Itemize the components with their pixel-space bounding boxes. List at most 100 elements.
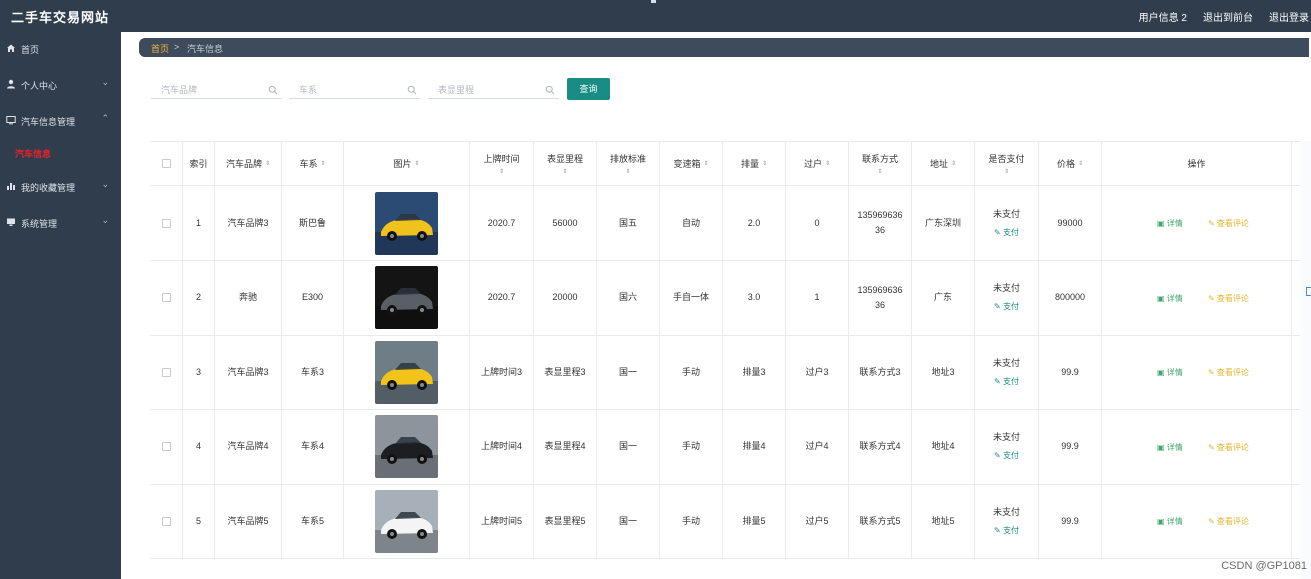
mileage-cell: 表显里程5 bbox=[534, 484, 597, 558]
pay-button[interactable]: ✎ 支付 bbox=[994, 523, 1019, 538]
top-links: 用户信息 2 退出到前台 退出登录 bbox=[1139, 9, 1309, 24]
brand-search-input[interactable]: 汽车品牌 bbox=[151, 78, 282, 99]
header-paid[interactable]: 是否支付 ⇕ bbox=[975, 141, 1039, 185]
sort-icon: ⇕ bbox=[625, 168, 631, 175]
select-all-checkbox[interactable] bbox=[161, 158, 171, 168]
sort-icon: ⇕ bbox=[877, 168, 883, 175]
sidebar-item-system[interactable]: 系统管理 ⌄ bbox=[0, 213, 121, 233]
paid-cell: 未支付 ✎ 支付 bbox=[975, 484, 1039, 558]
detail-button[interactable]: ▣ 详情 bbox=[1157, 293, 1183, 304]
sidebar-item-car-info[interactable]: 汽车信息管理 ⌃ bbox=[0, 111, 121, 131]
date-cell: 2020.7 bbox=[470, 186, 534, 260]
search-icon bbox=[407, 82, 417, 100]
paid-cell: 未支付 ✎ 支付 bbox=[975, 186, 1039, 260]
view-comments-button[interactable]: ✎ 查看评论 bbox=[1208, 442, 1249, 453]
car-image[interactable] bbox=[375, 340, 438, 404]
table-row: 2 奔驰 E300 2020.7 20000 国六 手自一体 3.0 1 135969636 36… bbox=[150, 260, 1300, 336]
sort-icon: ⇕ bbox=[703, 160, 709, 167]
price-cell: 99.9 bbox=[1039, 335, 1102, 409]
pay-button[interactable]: ✎ 支付 bbox=[994, 299, 1019, 314]
watermark: CSDN @GP1081 bbox=[1221, 560, 1307, 572]
breadcrumb: 首页 > 汽车信息 bbox=[139, 38, 1309, 57]
detail-button[interactable]: ▣ 详情 bbox=[1157, 367, 1183, 378]
mileage-cell: 表显里程4 bbox=[534, 409, 597, 484]
paid-status: 未支付 bbox=[992, 208, 1020, 219]
row-checkbox[interactable] bbox=[161, 442, 171, 451]
pay-button[interactable]: ✎ 支付 bbox=[994, 374, 1019, 389]
displacement-cell: 2.0 bbox=[723, 186, 786, 260]
home-icon bbox=[6, 43, 16, 53]
price-cell: 99000 bbox=[1039, 186, 1102, 260]
emission-cell: 国一 bbox=[597, 335, 660, 409]
detail-button[interactable]: ▣ 详情 bbox=[1157, 442, 1183, 453]
detail-button[interactable]: ▣ 详情 bbox=[1157, 218, 1183, 229]
breadcrumb-home[interactable]: 首页 bbox=[151, 42, 169, 55]
header-brand[interactable]: 汽车品牌 ⇕ bbox=[215, 141, 282, 185]
header-date[interactable]: 上牌时间 ⇕ bbox=[470, 141, 534, 185]
date-cell: 上牌时间3 bbox=[470, 335, 534, 409]
contact-cell: 135969636 36 bbox=[849, 186, 912, 260]
image-cell bbox=[344, 186, 470, 260]
emission-cell: 国五 bbox=[597, 186, 660, 260]
table-row: 1 汽车品牌3 斯巴鲁 2020.7 56000 国五 自动 2.0 0 135969636 36… bbox=[150, 186, 1300, 261]
header-address[interactable]: 地址 ⇕ bbox=[912, 141, 975, 185]
header-transfer[interactable]: 过户 ⇕ bbox=[786, 141, 849, 185]
car-image[interactable] bbox=[375, 489, 438, 553]
view-comments-button[interactable]: ✎ 查看评论 bbox=[1208, 367, 1249, 378]
car-image[interactable] bbox=[375, 191, 438, 255]
query-button[interactable]: 查询 bbox=[567, 78, 610, 100]
car-image[interactable] bbox=[375, 266, 438, 329]
row-checkbox[interactable] bbox=[161, 293, 171, 302]
view-comments-button[interactable]: ✎ 查看评论 bbox=[1208, 516, 1249, 527]
sidebar-subitem-car-info[interactable]: 汽车信息 bbox=[15, 147, 51, 160]
desktop-icon bbox=[6, 217, 16, 227]
pay-button[interactable]: ✎ 支付 bbox=[994, 448, 1019, 463]
header-contact[interactable]: 联系方式 ⇕ bbox=[849, 141, 912, 185]
series-search-input[interactable]: 车系 bbox=[289, 78, 421, 99]
header-emission[interactable]: 排放标准 ⇕ bbox=[597, 141, 660, 185]
table-row: 4 汽车品牌4 车系4 上牌时间4 表显里程4 国一 手动 排量4 过户4 联系方式4 地址4 未支付… bbox=[150, 409, 1300, 485]
search-icon bbox=[268, 82, 278, 100]
sidebar-item-personal[interactable]: 个人中心 ⌄ bbox=[0, 75, 121, 95]
row-checkbox[interactable] bbox=[161, 218, 171, 228]
row-checkbox[interactable] bbox=[161, 516, 171, 526]
sort-icon: ⇕ bbox=[264, 160, 271, 167]
date-cell: 上牌时间4 bbox=[470, 409, 534, 484]
search-icon bbox=[545, 82, 555, 100]
mileage-cell: 表显里程3 bbox=[534, 335, 597, 409]
view-comments-button[interactable]: ✎ 查看评论 bbox=[1208, 218, 1249, 229]
sidebar-item-label: 汽车信息管理 bbox=[21, 117, 76, 127]
transfer-cell: 过户5 bbox=[786, 484, 849, 558]
row-checkbox[interactable] bbox=[161, 367, 171, 377]
header-displacement[interactable]: 排量 ⇕ bbox=[723, 141, 786, 185]
header-mileage[interactable]: 表显里程 ⇕ bbox=[534, 141, 597, 185]
address-cell: 地址4 bbox=[912, 409, 975, 484]
paid-status: 未支付 bbox=[992, 357, 1020, 368]
sidebar-item-home[interactable]: 首页 bbox=[0, 39, 121, 59]
view-comments-button[interactable]: ✎ 查看评论 bbox=[1208, 293, 1249, 304]
car-image[interactable] bbox=[375, 415, 438, 478]
header-series[interactable]: 车系 ⇕ bbox=[282, 141, 344, 185]
mileage-search-input[interactable]: 表显里程 bbox=[428, 78, 559, 99]
paid-cell: 未支付 ✎ 支付 bbox=[975, 335, 1039, 409]
scroll-area-edge bbox=[1301, 141, 1311, 579]
sidebar-item-favorites[interactable]: 我的收藏管理 ⌄ bbox=[0, 177, 121, 197]
index-cell: 5 bbox=[183, 484, 215, 558]
gearbox-cell: 手自一体 bbox=[660, 260, 723, 335]
header-gearbox[interactable]: 变速箱 ⇕ bbox=[660, 141, 723, 185]
header-price[interactable]: 价格 ⇕ bbox=[1039, 141, 1102, 185]
logout-link[interactable]: 退出登录 bbox=[1269, 9, 1309, 24]
image-cell bbox=[344, 260, 470, 335]
user-info-link[interactable]: 用户信息 2 bbox=[1139, 9, 1187, 24]
sort-icon: ⇕ bbox=[414, 160, 420, 167]
price-cell: 800000 bbox=[1039, 260, 1102, 335]
mileage-cell: 20000 bbox=[534, 260, 597, 335]
back-to-front-link[interactable]: 退出到前台 bbox=[1203, 9, 1253, 24]
brand-search-placeholder: 汽车品牌 bbox=[161, 85, 198, 95]
series-cell: 车系3 bbox=[282, 335, 344, 409]
pay-button[interactable]: ✎ 支付 bbox=[994, 225, 1019, 240]
paid-status: 未支付 bbox=[992, 506, 1020, 517]
row-select-cell bbox=[150, 335, 183, 409]
detail-button[interactable]: ▣ 详情 bbox=[1157, 516, 1183, 527]
header-image[interactable]: 图片 ⇕ bbox=[344, 141, 470, 185]
